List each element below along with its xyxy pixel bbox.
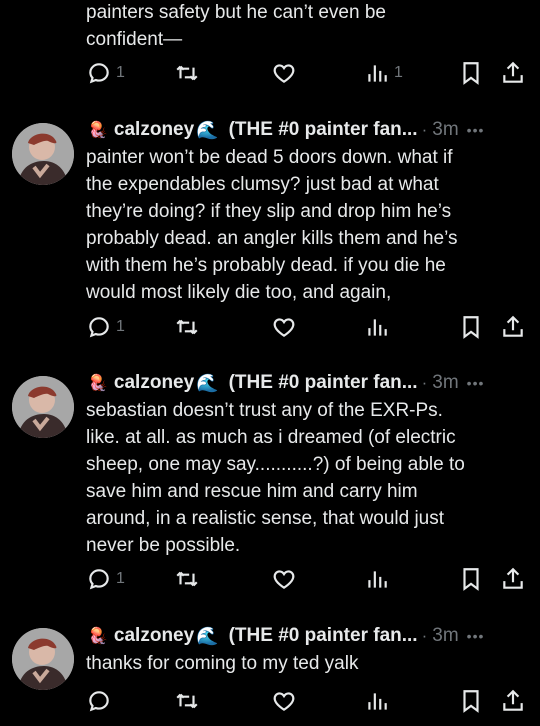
- like-icon: [271, 688, 297, 714]
- display-name-suffix[interactable]: (THE #0 painter fan...: [229, 372, 418, 394]
- repost-icon: [174, 314, 200, 340]
- share-button[interactable]: [500, 60, 526, 86]
- post-header: 🪼 calzoney 🌊 (THE #0 painter fan... · 3m…: [88, 622, 526, 650]
- wave-emoji: 🌊: [196, 372, 219, 393]
- views-count: 1: [394, 64, 403, 81]
- jellyfish-emoji: 🪼: [88, 122, 108, 139]
- repost-button[interactable]: [174, 60, 200, 86]
- share-icon: [500, 688, 526, 714]
- avatar-image: [12, 123, 74, 185]
- avatar-image: [12, 628, 74, 690]
- avatar-image: [12, 376, 74, 438]
- reply-button[interactable]: 1: [86, 60, 125, 86]
- post-actions: [0, 688, 540, 716]
- wave-emoji: 🌊: [196, 119, 219, 140]
- share-icon: [500, 60, 526, 86]
- views-icon: [364, 566, 390, 592]
- views-button[interactable]: [364, 314, 390, 340]
- post-text: painter won’t be dead 5 doors down. what…: [86, 147, 458, 303]
- reply-count: 1: [116, 570, 125, 587]
- repost-icon: [174, 688, 200, 714]
- bookmark-icon: [458, 688, 484, 714]
- reply-icon: [86, 314, 112, 340]
- wave-emoji: 🌊: [196, 625, 219, 646]
- like-button[interactable]: [271, 60, 297, 86]
- post-text: sebastian doesn’t trust any of the EXR-P…: [86, 400, 465, 556]
- share-button[interactable]: [500, 314, 526, 340]
- avatar[interactable]: [12, 628, 74, 690]
- repost-icon: [174, 566, 200, 592]
- bookmark-icon: [458, 314, 484, 340]
- bookmark-icon: [458, 60, 484, 86]
- post-text: painters safety but he can’t even be con…: [86, 2, 386, 50]
- reply-icon: [86, 566, 112, 592]
- avatar[interactable]: [12, 123, 74, 185]
- views-button[interactable]: [364, 688, 390, 714]
- reply-icon: [86, 688, 112, 714]
- views-button[interactable]: [364, 566, 390, 592]
- views-icon: [364, 60, 390, 86]
- avatar[interactable]: [12, 376, 74, 438]
- reply-button[interactable]: 1: [86, 314, 125, 340]
- jellyfish-emoji: 🪼: [88, 628, 108, 645]
- jellyfish-emoji: 🪼: [88, 375, 108, 392]
- post-header: 🪼 calzoney 🌊 (THE #0 painter fan... · 3m…: [88, 116, 526, 144]
- like-button[interactable]: [271, 688, 297, 714]
- display-name-suffix[interactable]: (THE #0 painter fan...: [229, 119, 418, 141]
- more-options-icon[interactable]: •••: [467, 122, 485, 138]
- bookmark-button[interactable]: [458, 688, 484, 714]
- like-icon: [271, 314, 297, 340]
- share-button[interactable]: [500, 566, 526, 592]
- views-button[interactable]: 1: [364, 60, 403, 86]
- post-text: thanks for coming to my ted yalk: [86, 653, 359, 674]
- reply-count: 1: [116, 64, 125, 81]
- post-time[interactable]: 3m: [432, 625, 458, 647]
- post-time[interactable]: 3m: [432, 372, 458, 394]
- reply-count: 1: [116, 318, 125, 335]
- post-header: 🪼 calzoney 🌊 (THE #0 painter fan... · 3m…: [88, 369, 526, 397]
- bookmark-button[interactable]: [458, 566, 484, 592]
- separator-dot: ·: [421, 373, 428, 392]
- post-time[interactable]: 3m: [432, 119, 458, 141]
- like-icon: [271, 60, 297, 86]
- display-name[interactable]: calzoney: [114, 372, 194, 394]
- more-options-icon[interactable]: •••: [467, 628, 485, 644]
- reply-icon: [86, 60, 112, 86]
- separator-dot: ·: [421, 626, 428, 645]
- share-icon: [500, 566, 526, 592]
- display-name[interactable]: calzoney: [114, 625, 194, 647]
- views-icon: [364, 314, 390, 340]
- like-button[interactable]: [271, 566, 297, 592]
- post-actions: 1: [0, 566, 540, 594]
- repost-icon: [174, 60, 200, 86]
- like-icon: [271, 566, 297, 592]
- post-actions: 1 1: [0, 60, 540, 88]
- bookmark-button[interactable]: [458, 60, 484, 86]
- display-name-suffix[interactable]: (THE #0 painter fan...: [229, 625, 418, 647]
- post-actions: 1: [0, 314, 540, 342]
- share-button[interactable]: [500, 688, 526, 714]
- share-icon: [500, 314, 526, 340]
- repost-button[interactable]: [174, 566, 200, 592]
- views-icon: [364, 688, 390, 714]
- bookmark-icon: [458, 566, 484, 592]
- repost-button[interactable]: [174, 688, 200, 714]
- bookmark-button[interactable]: [458, 314, 484, 340]
- reply-button[interactable]: [86, 688, 116, 714]
- reply-button[interactable]: 1: [86, 566, 125, 592]
- repost-button[interactable]: [174, 314, 200, 340]
- separator-dot: ·: [421, 120, 428, 139]
- display-name[interactable]: calzoney: [114, 119, 194, 141]
- like-button[interactable]: [271, 314, 297, 340]
- more-options-icon[interactable]: •••: [467, 375, 485, 391]
